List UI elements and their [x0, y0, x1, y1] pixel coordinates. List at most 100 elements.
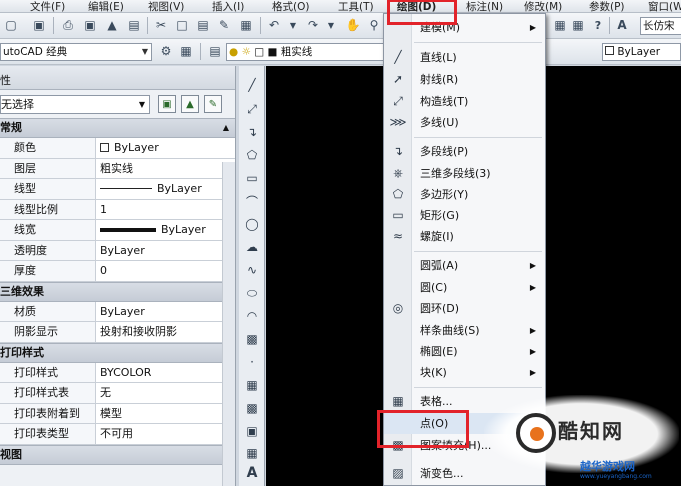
- properties-scrollbar[interactable]: [222, 162, 235, 486]
- cut-icon[interactable]: ✂: [153, 17, 169, 33]
- property-row[interactable]: 颜色 ByLayer: [0, 138, 235, 159]
- gear-icon[interactable]: ⚙: [158, 43, 174, 59]
- property-row[interactable]: 线宽 ByLayer: [0, 220, 235, 241]
- property-row[interactable]: 阴影显示 投射和接收阴影: [0, 322, 235, 343]
- selection-combo[interactable]: 无选择 ▼: [0, 95, 150, 114]
- help-icon[interactable]: ?: [590, 17, 606, 33]
- section-view[interactable]: 视图 ▲: [0, 444, 235, 465]
- property-key: 图层: [0, 158, 96, 178]
- construction-line-icon[interactable]: ⤢: [243, 100, 261, 118]
- property-value-text: 模型: [100, 406, 122, 420]
- rectangle-icon[interactable]: ▭: [243, 169, 261, 187]
- workspace-settings-icon[interactable]: ▦: [178, 43, 194, 59]
- multiline-text-icon[interactable]: A: [243, 464, 261, 482]
- hatch-icon[interactable]: ▩: [243, 399, 261, 417]
- menu-dimension[interactable]: 标注(N): [466, 0, 503, 14]
- layer-combo[interactable]: ● ☼ □ ■ 粗实线: [226, 43, 384, 61]
- save-icon[interactable]: ▣: [31, 17, 47, 33]
- menu-item-spline[interactable]: 样条曲线(S) ▶: [384, 320, 545, 341]
- menu-view[interactable]: 视图(V): [148, 0, 184, 14]
- undo-icon[interactable]: ↶: [266, 17, 282, 33]
- property-row[interactable]: 打印表类型 不可用: [0, 424, 235, 445]
- toggle-pickadd-icon[interactable]: ▣: [158, 95, 176, 113]
- menu-modify[interactable]: 修改(M): [524, 0, 562, 14]
- layer-manager-icon[interactable]: ▤: [207, 43, 223, 59]
- menu-item-polygon[interactable]: ⬠ 多边形(Y): [384, 184, 545, 205]
- paste-icon[interactable]: ▤: [195, 17, 211, 33]
- menu-edit[interactable]: 编辑(E): [88, 0, 124, 14]
- region-icon[interactable]: ▣: [243, 422, 261, 440]
- polyline-icon[interactable]: ↴: [243, 123, 261, 141]
- menu-item-helix[interactable]: ≈ 螺旋(I): [384, 226, 545, 247]
- zoom-icon[interactable]: ⚲: [366, 17, 382, 33]
- property-value-text: ByLayer: [100, 243, 145, 257]
- table-icon[interactable]: ▦: [243, 444, 261, 462]
- calculator-icon[interactable]: ▦: [570, 17, 586, 33]
- menu-item-ray[interactable]: ➚ 射线(R): [384, 69, 545, 90]
- property-row[interactable]: 线型比例 1: [0, 199, 235, 220]
- menu-item-rectangle[interactable]: ▭ 矩形(G): [384, 205, 545, 226]
- polygon-icon[interactable]: ⬠: [243, 146, 261, 164]
- menu-parametric[interactable]: 参数(P): [589, 0, 625, 14]
- plot-icon[interactable]: ▤: [126, 17, 142, 33]
- spline-icon[interactable]: ∿: [243, 261, 261, 279]
- publish-icon[interactable]: ▲: [104, 17, 120, 33]
- line-icon[interactable]: ╱: [243, 76, 261, 94]
- property-row[interactable]: 线型 ByLayer: [0, 179, 235, 200]
- menu-item-line[interactable]: ╱ 直线(L): [384, 47, 545, 68]
- property-value-text: 不可用: [100, 427, 133, 441]
- workspace-combo[interactable]: utoCAD 经典 ▼: [0, 43, 152, 61]
- redo-icon[interactable]: ↷: [305, 17, 321, 33]
- property-row[interactable]: 打印表附着到 模型: [0, 403, 235, 424]
- text-style-combo[interactable]: 长仿宋: [640, 17, 681, 35]
- ellipse-icon[interactable]: ⬭: [243, 284, 261, 302]
- make-block-icon[interactable]: ▦: [243, 376, 261, 394]
- menu-item-ellipse[interactable]: 椭圆(E) ▶: [384, 341, 545, 362]
- menu-insert[interactable]: 插入(I): [212, 0, 244, 14]
- point-icon[interactable]: ·: [243, 353, 261, 371]
- print-icon[interactable]: ⎙: [60, 17, 76, 33]
- arc-icon[interactable]: ⌒: [243, 192, 261, 210]
- menu-item-3dpoly[interactable]: ⎈ 三维多段线(3): [384, 163, 545, 184]
- sheet-set-icon[interactable]: ▦: [552, 17, 568, 33]
- color-combo[interactable]: ByLayer: [602, 43, 681, 61]
- menu-item-block[interactable]: 块(K) ▶: [384, 362, 545, 383]
- section-plot-style[interactable]: 打印样式 ▲: [0, 342, 235, 363]
- menu-item-polyline[interactable]: ↴ 多段线(P): [384, 141, 545, 162]
- section-general[interactable]: 常规 ▲: [0, 118, 235, 138]
- block-editor-icon[interactable]: ▦: [238, 17, 254, 33]
- insert-block-icon[interactable]: ▩: [243, 330, 261, 348]
- property-row[interactable]: 打印样式表无: [0, 383, 235, 404]
- property-value: 投射和接收阴影: [96, 322, 235, 342]
- property-row[interactable]: 厚度 0: [0, 261, 235, 282]
- menu-window[interactable]: 窗口(W): [648, 0, 681, 14]
- ellipse-arc-icon[interactable]: ◠: [243, 307, 261, 325]
- menu-item-donut[interactable]: ◎ 圆环(D): [384, 298, 545, 319]
- text-style-icon[interactable]: A: [614, 17, 630, 33]
- preview-icon[interactable]: ▣: [82, 17, 98, 33]
- menu-item-label: 表格...: [420, 395, 453, 408]
- property-row[interactable]: 图层 粗实线: [0, 158, 235, 179]
- select-objects-icon[interactable]: ▲: [181, 95, 199, 113]
- open-icon[interactable]: ▢: [3, 17, 19, 33]
- menu-item-circle[interactable]: 圆(C) ▶: [384, 277, 545, 298]
- lock-open-icon: □: [254, 46, 265, 58]
- property-row[interactable]: 材质 ByLayer: [0, 301, 235, 322]
- copy-icon[interactable]: □: [174, 17, 190, 33]
- property-row[interactable]: 透明度 ByLayer: [0, 240, 235, 261]
- circle-icon[interactable]: ◯: [243, 215, 261, 233]
- menu-tools[interactable]: 工具(T): [338, 0, 374, 14]
- menu-file[interactable]: 文件(F): [30, 0, 65, 14]
- quick-select-icon[interactable]: ✎: [204, 95, 222, 113]
- menu-item-mline[interactable]: ⋙ 多线(U): [384, 112, 545, 133]
- revision-cloud-icon[interactable]: ☁: [243, 238, 261, 256]
- redo-dropdown-icon[interactable]: ▼: [323, 17, 339, 33]
- section-3d-effects[interactable]: 三维效果 ▲: [0, 281, 235, 302]
- menu-item-arc[interactable]: 圆弧(A) ▶: [384, 255, 545, 276]
- menu-format[interactable]: 格式(O): [272, 0, 309, 14]
- match-properties-icon[interactable]: ✎: [216, 17, 232, 33]
- property-row[interactable]: 打印样式 BYCOLOR: [0, 362, 235, 383]
- undo-dropdown-icon[interactable]: ▼: [285, 17, 301, 33]
- menu-item-xline[interactable]: ⤢ 构造线(T): [384, 91, 545, 112]
- pan-icon[interactable]: ✋: [345, 17, 361, 33]
